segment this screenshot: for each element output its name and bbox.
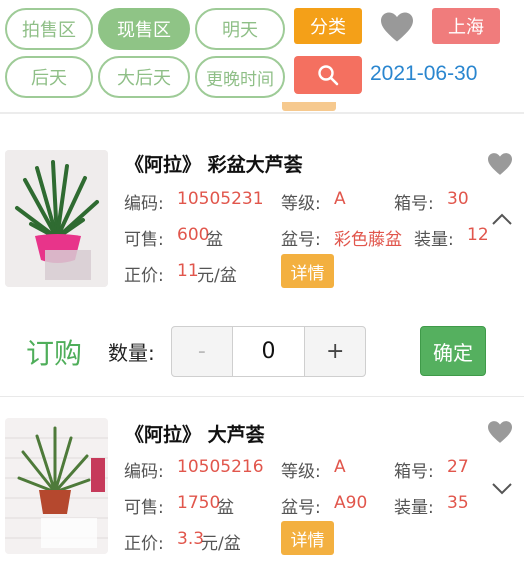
price-label-1: 正价: (124, 266, 164, 286)
grade-value-2: A (334, 457, 346, 477)
available-value-2: 1750 (177, 493, 221, 513)
product-image-1[interactable] (5, 150, 108, 287)
code-value-1: 10505231 (177, 189, 264, 209)
section-divider (0, 396, 524, 397)
pack-value-1: 12 (467, 225, 489, 245)
header-divider (0, 112, 524, 114)
decrement-button[interactable]: - (172, 327, 232, 376)
date-display[interactable]: 2021-06-30 (370, 62, 520, 90)
tab-spot-sale-zone[interactable]: 现售区 (98, 8, 190, 50)
code-value-2: 10505216 (177, 457, 264, 477)
pack-value-2: 35 (447, 493, 469, 513)
favorite-heart-icon-2[interactable] (486, 420, 514, 444)
chevron-up-icon[interactable] (490, 210, 514, 228)
pack-label-1: 装量: (414, 230, 454, 250)
available-label-2: 可售: (124, 498, 164, 518)
order-label: 订购 (26, 337, 83, 370)
pot-value-2: A90 (334, 493, 368, 513)
search-button[interactable] (294, 56, 362, 94)
price-unit-1: 元/盆 (197, 266, 237, 286)
price-value-2: 3.3 (177, 529, 205, 549)
details-button-2[interactable]: 详情 (281, 521, 334, 555)
tab-tomorrow[interactable]: 明天 (195, 8, 285, 50)
increment-button[interactable]: + (305, 327, 365, 376)
price-label-2: 正价: (124, 534, 164, 554)
search-icon (318, 65, 339, 86)
code-label-1: 编码: (124, 194, 164, 214)
chevron-down-icon[interactable] (490, 480, 514, 498)
available-unit-1: 盆 (206, 230, 223, 250)
code-label-2: 编码: (124, 462, 164, 482)
price-value-1: 11 (177, 261, 199, 281)
pot-label-2: 盆号: (281, 498, 321, 518)
box-value-2: 27 (447, 457, 469, 477)
quantity-stepper[interactable]: - 0 + (171, 326, 366, 377)
favorites-heart-icon[interactable] (379, 11, 415, 43)
pot-label-1: 盆号: (281, 230, 321, 250)
box-label-2: 箱号: (394, 462, 434, 482)
tab-auction-zone[interactable]: 拍售区 (5, 8, 93, 50)
tab-two-days-later[interactable]: 大后天 (98, 56, 190, 98)
grade-label-1: 等级: (281, 194, 321, 214)
product-title-2: 《阿拉》 大芦荟 (125, 424, 265, 446)
tab-day-after-tomorrow[interactable]: 后天 (5, 56, 93, 98)
available-unit-2: 盆 (217, 498, 234, 518)
price-unit-2: 元/盆 (201, 534, 241, 554)
grade-label-2: 等级: (281, 462, 321, 482)
product-image-2[interactable] (5, 418, 108, 554)
box-value-1: 30 (447, 189, 469, 209)
grade-value-1: A (334, 189, 346, 209)
details-button-1[interactable]: 详情 (281, 254, 334, 288)
city-selector-button[interactable]: 上海 (432, 8, 500, 44)
confirm-button[interactable]: 确定 (420, 326, 486, 376)
category-button[interactable]: 分类 (294, 8, 362, 44)
product-title-1: 《阿拉》 彩盆大芦荟 (125, 154, 303, 176)
tab-later-time[interactable]: 更晚时间 (195, 56, 285, 98)
scroll-peek-orange (282, 102, 336, 111)
pack-label-2: 装量: (394, 498, 434, 518)
pot-value-1: 彩色藤盆 (334, 230, 402, 250)
available-value-1: 600 (177, 225, 210, 245)
quantity-input[interactable]: 0 (231, 327, 306, 376)
quantity-label: 数量: (108, 341, 155, 365)
box-label-1: 箱号: (394, 194, 434, 214)
favorite-heart-icon-1[interactable] (486, 152, 514, 176)
available-label-1: 可售: (124, 230, 164, 250)
